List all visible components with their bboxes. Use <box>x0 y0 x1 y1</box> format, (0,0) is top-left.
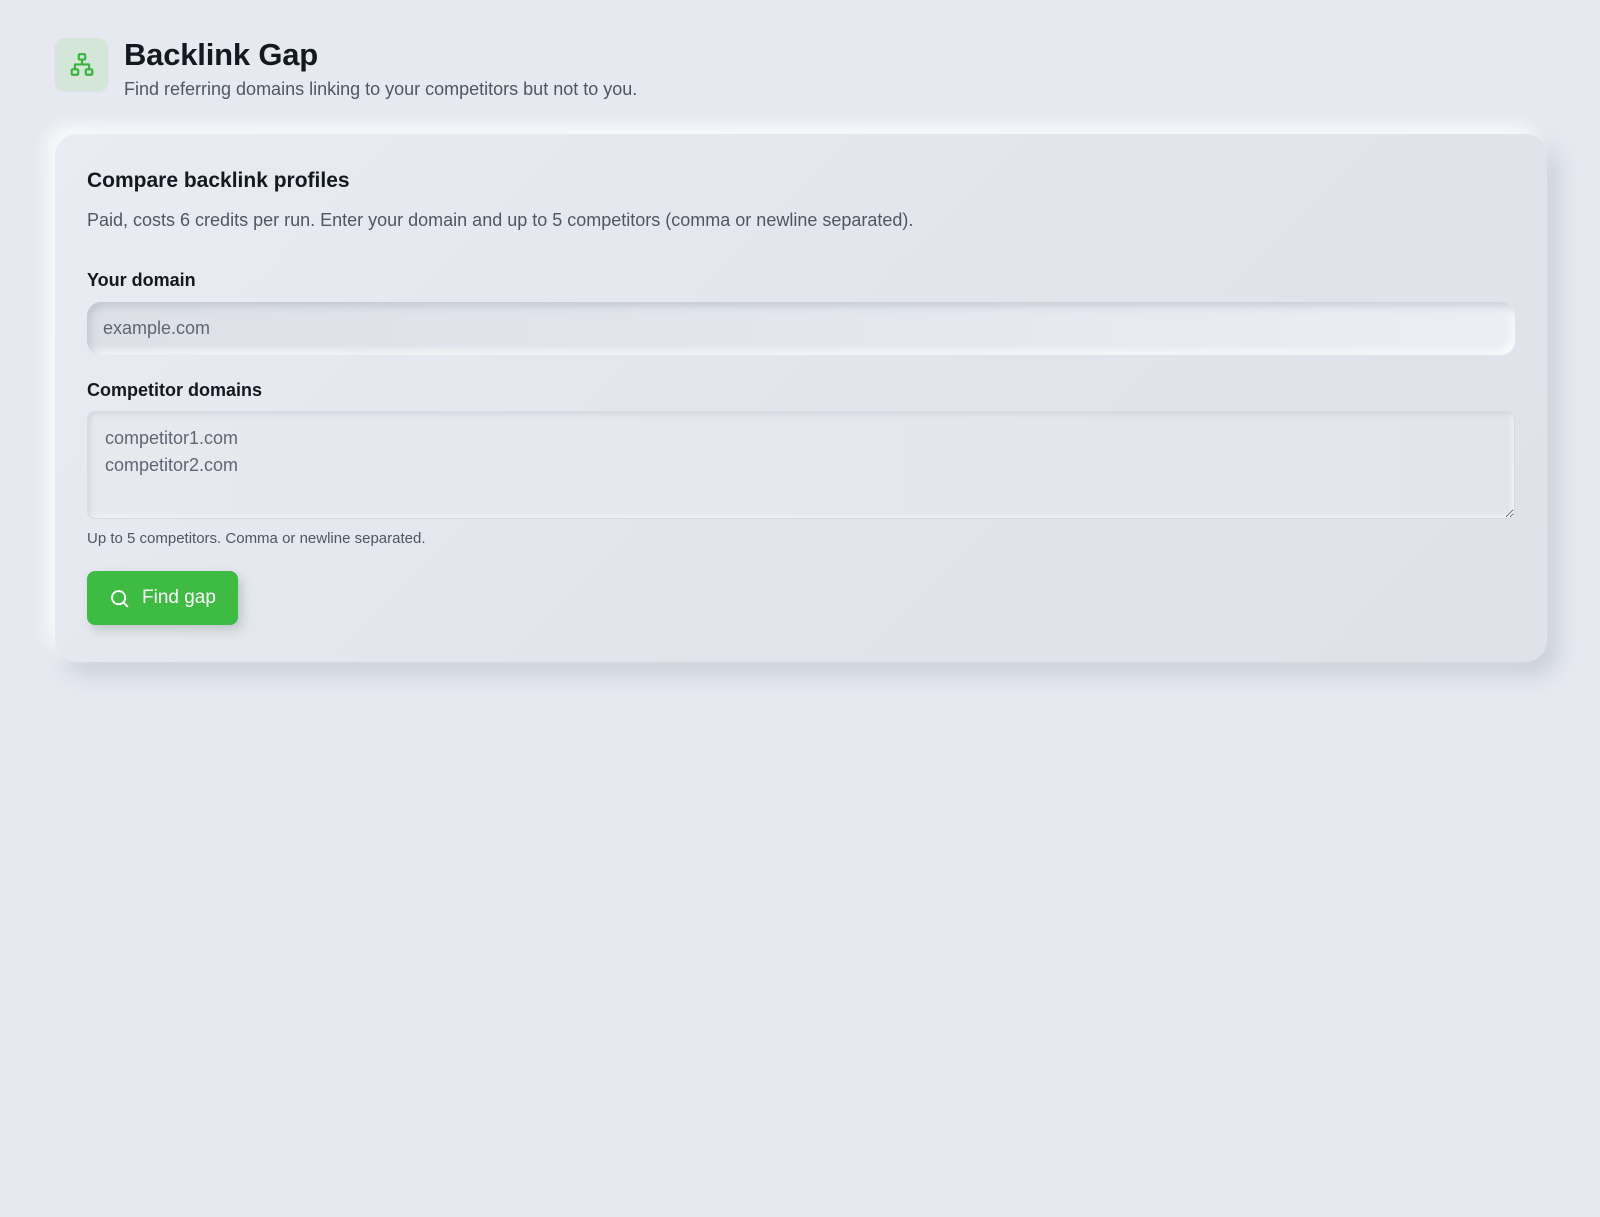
competitors-textarea[interactable] <box>87 411 1515 519</box>
domain-label: Your domain <box>87 270 196 290</box>
page-header: Backlink Gap Find referring domains link… <box>55 38 637 100</box>
header-text: Backlink Gap Find referring domains link… <box>124 38 637 100</box>
card-title: Compare backlink profiles <box>87 169 350 192</box>
card-description: Paid, costs 6 credits per run. Enter you… <box>87 210 914 230</box>
competitors-label: Competitor domains <box>87 380 263 400</box>
competitors-hint: Up to 5 competitors. Comma or newline se… <box>87 530 426 547</box>
find-gap-label: Find gap <box>142 587 216 608</box>
page-title: Backlink Gap <box>124 37 319 72</box>
compare-card: Compare backlink profiles Paid, costs 6 … <box>55 134 1547 662</box>
sitemap-icon <box>55 38 108 91</box>
page-subtitle: Find referring domains linking to your c… <box>124 79 638 99</box>
search-icon <box>109 588 130 609</box>
find-gap-button[interactable]: Find gap <box>87 571 238 625</box>
domain-input[interactable] <box>87 302 1515 355</box>
